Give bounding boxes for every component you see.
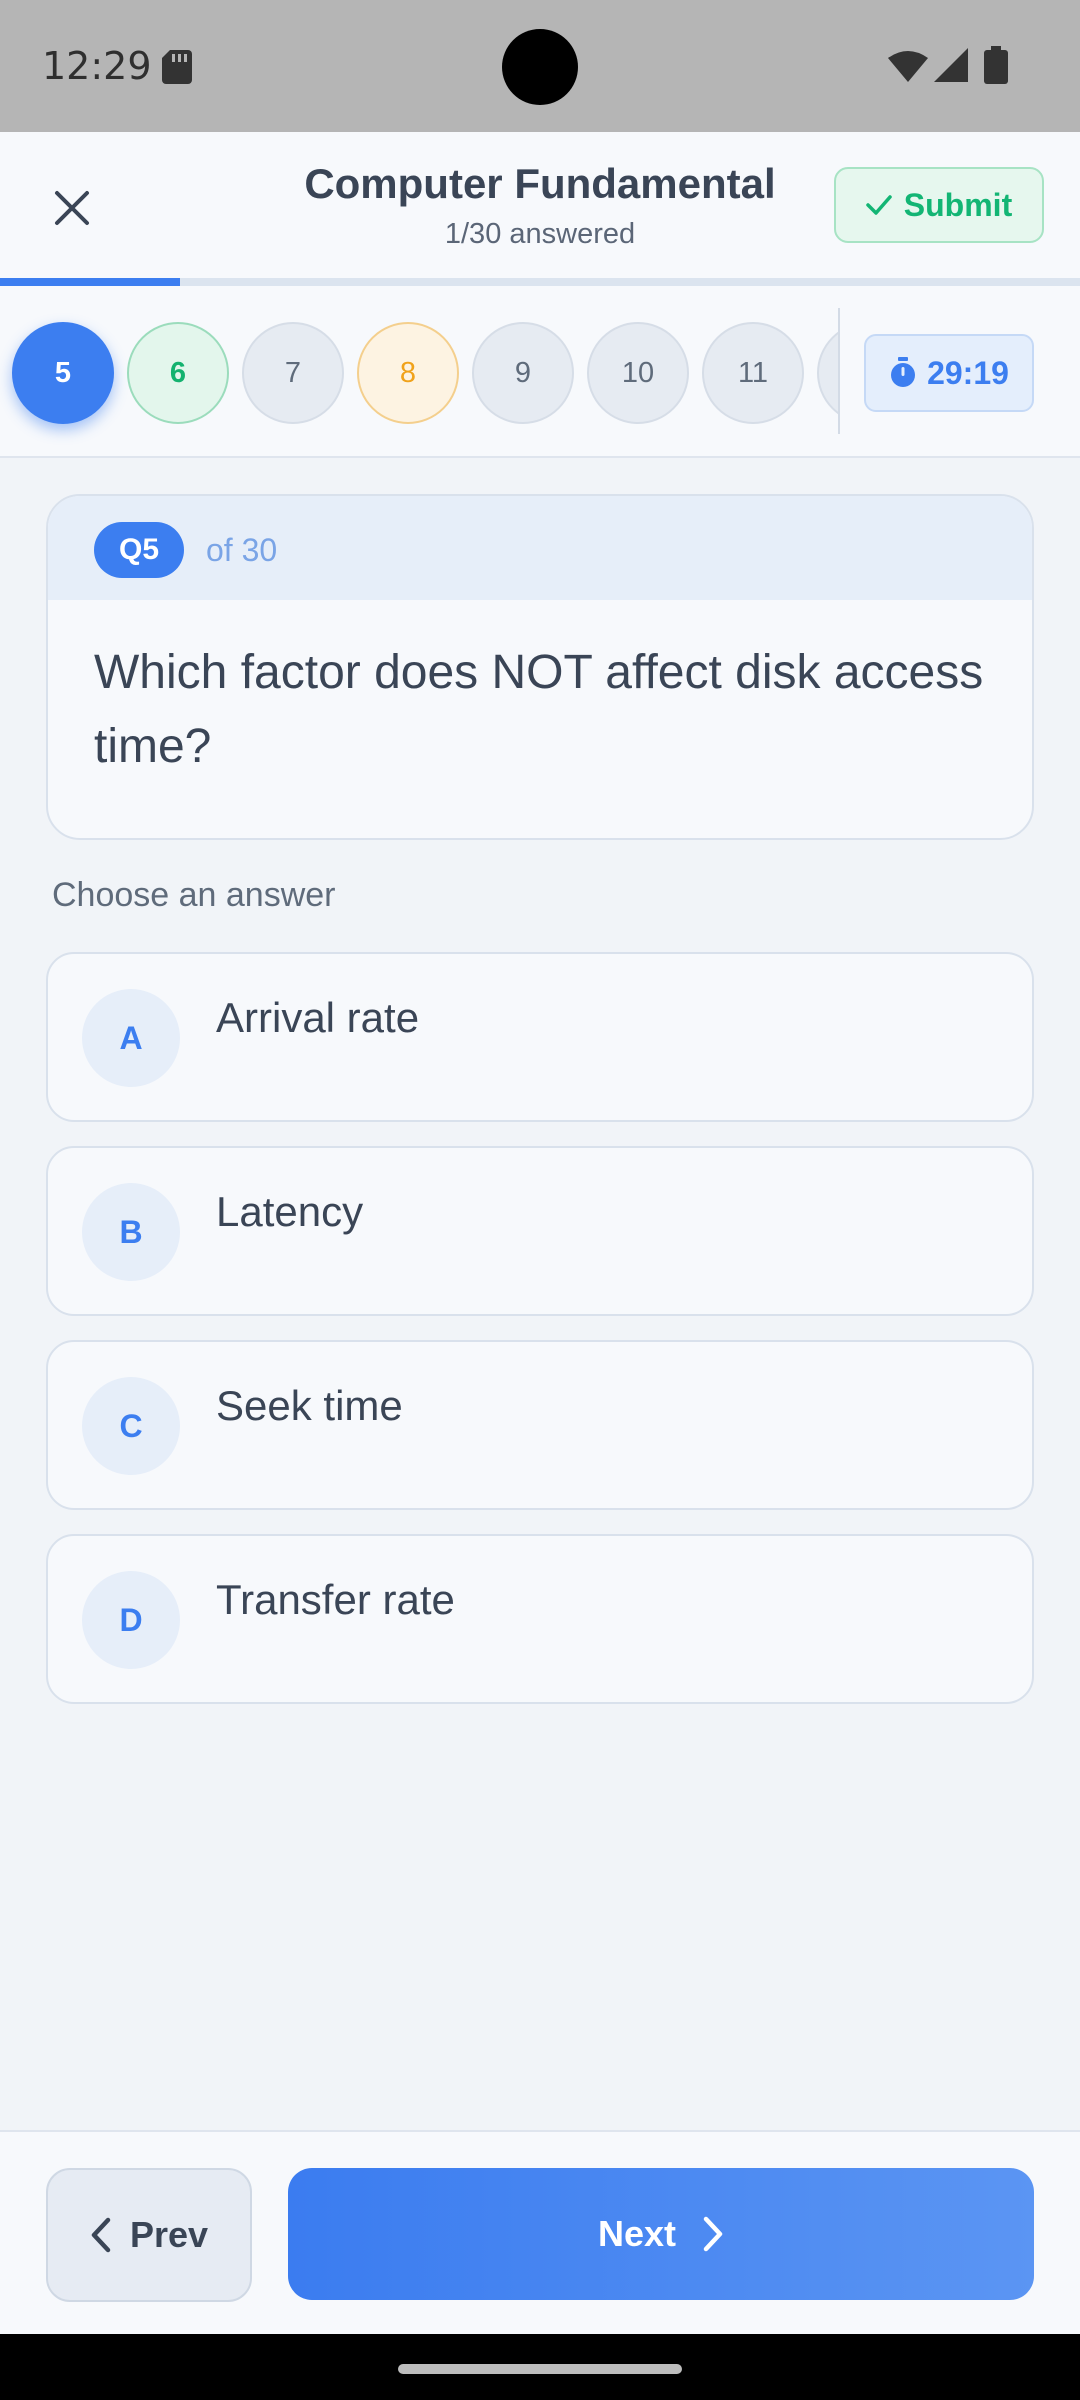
option-b[interactable]: B Latency xyxy=(46,1146,1034,1316)
quiz-screen: Computer Fundamental 1/30 answered Submi… xyxy=(0,132,1080,2334)
question-number-5[interactable]: 5 xyxy=(12,322,114,424)
question-number-strip[interactable]: 56789101112 xyxy=(0,286,838,456)
prev-button[interactable]: Prev xyxy=(46,2168,252,2302)
status-bar: 12:29 xyxy=(0,0,1080,132)
answered-count: 1/30 answered xyxy=(444,218,636,250)
question-card-header: Q5 of 30 xyxy=(48,496,1032,600)
option-letter: B xyxy=(82,1183,180,1281)
submit-label: Submit xyxy=(903,186,1013,223)
chevron-left-icon xyxy=(91,2217,111,2253)
question-number-7[interactable]: 7 xyxy=(242,322,344,424)
option-letter: D xyxy=(82,1571,180,1669)
battery-icon xyxy=(984,46,1008,84)
system-nav-bar xyxy=(0,2334,1080,2400)
bottom-bar: Prev Next xyxy=(0,2130,1080,2334)
question-number-9[interactable]: 9 xyxy=(472,322,574,424)
cell-signal-icon xyxy=(934,48,968,82)
question-number-6[interactable]: 6 xyxy=(127,322,229,424)
question-number-8[interactable]: 8 xyxy=(357,322,459,424)
option-a[interactable]: A Arrival rate xyxy=(46,952,1034,1122)
stopwatch-icon xyxy=(891,357,916,387)
divider xyxy=(838,308,840,434)
wifi-icon xyxy=(888,51,928,82)
option-letter: C xyxy=(82,1377,180,1475)
option-text: Seek time xyxy=(216,1382,403,1429)
close-button[interactable] xyxy=(42,178,102,238)
status-time: 12:29 xyxy=(42,44,152,88)
option-text: Latency xyxy=(216,1188,364,1235)
close-icon xyxy=(55,191,89,225)
submit-button[interactable]: Submit xyxy=(834,167,1044,243)
next-label: Next xyxy=(597,2213,677,2254)
header: Computer Fundamental 1/30 answered Submi… xyxy=(0,132,1080,278)
timer: 29:19 xyxy=(864,334,1034,412)
quiz-title: Computer Fundamental xyxy=(304,160,776,207)
option-d[interactable]: D Transfer rate xyxy=(46,1534,1034,1704)
chevron-right-icon xyxy=(703,2216,723,2252)
home-indicator[interactable] xyxy=(398,2364,682,2374)
progress-bar xyxy=(0,278,1080,286)
choose-answer-label: Choose an answer xyxy=(52,876,336,914)
question-number-10[interactable]: 10 xyxy=(587,322,689,424)
question-total: of 30 xyxy=(206,532,278,568)
next-button[interactable]: Next xyxy=(288,2168,1034,2300)
question-navigator: 56789101112 29:19 xyxy=(0,286,1080,458)
question-text: Which factor does NOT affect disk access… xyxy=(94,646,984,773)
question-number-12[interactable]: 12 xyxy=(817,322,838,424)
sd-card-icon xyxy=(162,50,192,84)
option-text: Transfer rate xyxy=(216,1576,455,1623)
question-badge: Q5 xyxy=(94,522,184,578)
progress-fill xyxy=(0,278,181,286)
option-letter: A xyxy=(82,989,180,1087)
option-text: Arrival rate xyxy=(216,994,420,1041)
timer-value: 29:19 xyxy=(927,354,1009,391)
question-card: Q5 of 30 Which factor does NOT affect di… xyxy=(46,494,1034,840)
prev-label: Prev xyxy=(129,2214,209,2255)
camera-cutout xyxy=(502,29,578,105)
option-c[interactable]: C Seek time xyxy=(46,1340,1034,1510)
check-icon xyxy=(866,195,892,215)
question-number-11[interactable]: 11 xyxy=(702,322,804,424)
